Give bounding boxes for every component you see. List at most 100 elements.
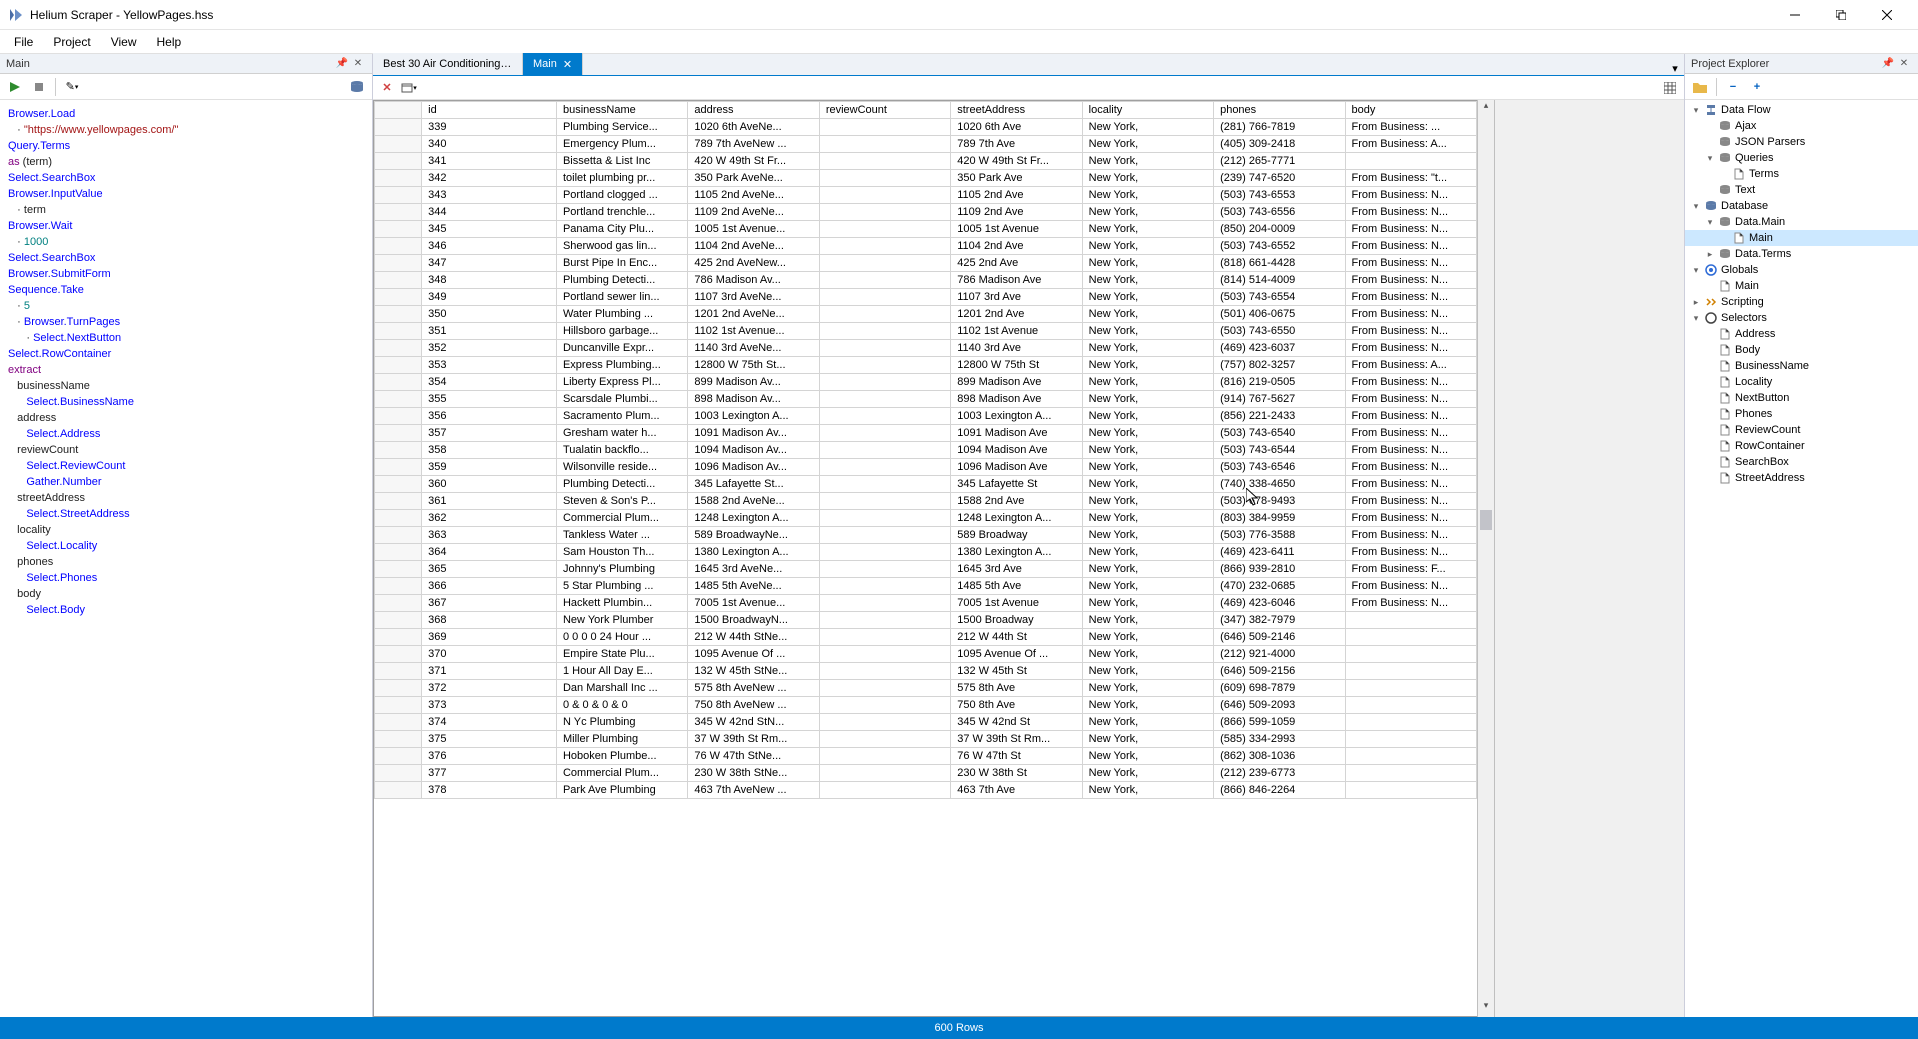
cell[interactable]: From Business: F... xyxy=(1345,561,1477,578)
code-editor[interactable]: Browser.Load · "https://www.yellowpages.… xyxy=(0,100,372,1017)
cell[interactable] xyxy=(819,680,950,697)
table-row[interactable]: 354Liberty Express Pl...899 Madison Av..… xyxy=(375,374,1477,391)
cell[interactable]: New York, xyxy=(1082,578,1213,595)
cell[interactable]: New York, xyxy=(1082,238,1213,255)
table-row[interactable]: 350Water Plumbing ...1201 2nd AveNe...12… xyxy=(375,306,1477,323)
close-panel-icon[interactable]: ✕ xyxy=(1896,56,1912,72)
cell[interactable]: 76 W 47th St xyxy=(951,748,1082,765)
cell[interactable]: New York, xyxy=(1082,629,1213,646)
table-row[interactable]: 3690 0 0 0 24 Hour ...212 W 44th StNe...… xyxy=(375,629,1477,646)
code-line[interactable]: Select.StreetAddress xyxy=(8,506,364,522)
cell[interactable]: 1201 2nd Ave xyxy=(951,306,1082,323)
cell[interactable]: New York, xyxy=(1082,119,1213,136)
cell[interactable]: 368 xyxy=(422,612,557,629)
cell[interactable]: New York, xyxy=(1082,510,1213,527)
code-line[interactable]: businessName xyxy=(8,378,364,394)
cell[interactable]: 212 W 44th StNe... xyxy=(688,629,819,646)
table-row[interactable]: 360Plumbing Detecti...345 Lafayette St..… xyxy=(375,476,1477,493)
expand-icon[interactable]: ▾ xyxy=(1691,105,1701,116)
cell[interactable]: 372 xyxy=(422,680,557,697)
cell[interactable]: From Business: N... xyxy=(1345,544,1477,561)
cell[interactable]: 369 xyxy=(422,629,557,646)
cell[interactable] xyxy=(819,646,950,663)
table-row[interactable]: 3665 Star Plumbing ...1485 5th AveNe...1… xyxy=(375,578,1477,595)
cell[interactable]: From Business: N... xyxy=(1345,442,1477,459)
expand-icon[interactable]: ▾ xyxy=(1691,201,1701,212)
cell[interactable]: toilet plumbing pr... xyxy=(556,170,687,187)
table-row[interactable]: 357Gresham water h...1091 Madison Av...1… xyxy=(375,425,1477,442)
cell[interactable]: New York, xyxy=(1082,408,1213,425)
table-row[interactable]: 345Panama City Plu...1005 1st Avenue...1… xyxy=(375,221,1477,238)
close-button[interactable] xyxy=(1864,0,1910,30)
expand-icon[interactable]: ▾ xyxy=(1705,217,1715,228)
cell[interactable]: 351 xyxy=(422,323,557,340)
code-line[interactable]: reviewCount xyxy=(8,442,364,458)
table-row[interactable]: 370Empire State Plu...1095 Avenue Of ...… xyxy=(375,646,1477,663)
code-line[interactable]: body xyxy=(8,586,364,602)
cell[interactable]: New York, xyxy=(1082,476,1213,493)
cell[interactable]: New York, xyxy=(1082,136,1213,153)
code-line[interactable]: Browser.Load xyxy=(8,106,364,122)
cell[interactable] xyxy=(819,238,950,255)
maximize-button[interactable] xyxy=(1818,0,1864,30)
cell[interactable]: 212 W 44th St xyxy=(951,629,1082,646)
code-line[interactable]: Select.BusinessName xyxy=(8,394,364,410)
cell[interactable]: (814) 514-4009 xyxy=(1214,272,1345,289)
cell[interactable]: 1485 5th AveNe... xyxy=(688,578,819,595)
cell[interactable]: New York, xyxy=(1082,544,1213,561)
cell[interactable]: 1588 2nd AveNe... xyxy=(688,493,819,510)
cell[interactable]: 1003 Lexington A... xyxy=(688,408,819,425)
delete-icon[interactable]: ✕ xyxy=(377,78,397,98)
cell[interactable]: 354 xyxy=(422,374,557,391)
cell[interactable]: 12800 W 75th St... xyxy=(688,357,819,374)
table-row[interactable]: 376Hoboken Plumbe...76 W 47th StNe...76 … xyxy=(375,748,1477,765)
cell[interactable]: New York, xyxy=(1082,221,1213,238)
cell[interactable]: Scarsdale Plumbi... xyxy=(556,391,687,408)
cell[interactable]: 789 7th Ave xyxy=(951,136,1082,153)
cell[interactable] xyxy=(1345,765,1477,782)
cell[interactable] xyxy=(1345,153,1477,170)
tree-node[interactable]: ▾Data Flow xyxy=(1685,102,1918,118)
cell[interactable]: From Business: N... xyxy=(1345,221,1477,238)
cell[interactable]: 345 Lafayette St... xyxy=(688,476,819,493)
tabs-dropdown[interactable]: ▾ xyxy=(1666,62,1684,75)
cell[interactable] xyxy=(819,527,950,544)
cell[interactable] xyxy=(819,289,950,306)
table-row[interactable]: 358Tualatin backflo...1094 Madison Av...… xyxy=(375,442,1477,459)
cell[interactable]: 1248 Lexington A... xyxy=(951,510,1082,527)
cell[interactable]: New York, xyxy=(1082,459,1213,476)
cell[interactable]: Tualatin backflo... xyxy=(556,442,687,459)
cell[interactable]: 786 Madison Ave xyxy=(951,272,1082,289)
cell[interactable]: New York, xyxy=(1082,187,1213,204)
cell[interactable]: 350 Park Ave xyxy=(951,170,1082,187)
cell[interactable]: (469) 423-6046 xyxy=(1214,595,1345,612)
cell[interactable]: From Business: N... xyxy=(1345,493,1477,510)
cell[interactable]: (501) 406-0675 xyxy=(1214,306,1345,323)
cell[interactable] xyxy=(819,272,950,289)
cell[interactable]: From Business: N... xyxy=(1345,510,1477,527)
menu-file[interactable]: File xyxy=(4,32,43,52)
cell[interactable]: (503) 743-6553 xyxy=(1214,187,1345,204)
cell[interactable]: 359 xyxy=(422,459,557,476)
play-button[interactable] xyxy=(4,76,26,98)
tree-node[interactable]: Main xyxy=(1685,230,1918,246)
code-line[interactable]: Select.Body xyxy=(8,602,364,618)
tree-node[interactable]: Ajax xyxy=(1685,118,1918,134)
code-line[interactable]: Browser.InputValue xyxy=(8,186,364,202)
cell[interactable]: 341 xyxy=(422,153,557,170)
table-row[interactable]: 355Scarsdale Plumbi...898 Madison Av...8… xyxy=(375,391,1477,408)
table-row[interactable]: 342toilet plumbing pr...350 Park AveNe..… xyxy=(375,170,1477,187)
cell[interactable]: Sherwood gas lin... xyxy=(556,238,687,255)
cell[interactable]: (469) 423-6411 xyxy=(1214,544,1345,561)
cell[interactable]: 364 xyxy=(422,544,557,561)
cell[interactable]: New York, xyxy=(1082,663,1213,680)
cell[interactable] xyxy=(819,663,950,680)
cell[interactable]: 1109 2nd AveNe... xyxy=(688,204,819,221)
cell[interactable]: 378 xyxy=(422,782,557,799)
cell[interactable]: New York, xyxy=(1082,170,1213,187)
tree-node[interactable]: Locality xyxy=(1685,374,1918,390)
cell[interactable]: From Business: N... xyxy=(1345,459,1477,476)
cell[interactable]: From Business: A... xyxy=(1345,136,1477,153)
menu-help[interactable]: Help xyxy=(147,32,192,52)
cell[interactable]: 1102 1st Avenue... xyxy=(688,323,819,340)
